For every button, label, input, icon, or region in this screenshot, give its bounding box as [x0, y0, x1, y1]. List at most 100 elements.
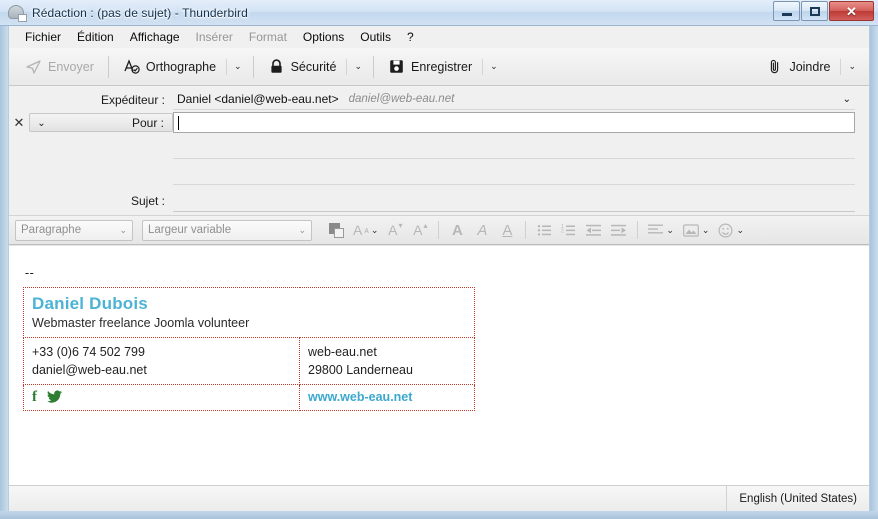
menu-help[interactable]: ? [399, 28, 422, 46]
font-family-value: Largeur variable [148, 224, 232, 236]
extra-recipient-row-1 [9, 135, 869, 161]
extra-recipient-field-2[interactable] [173, 164, 855, 185]
font-size-icon: A [353, 222, 363, 238]
facebook-icon[interactable]: f [32, 390, 37, 405]
security-button[interactable]: Sécurité [260, 54, 345, 79]
increase-size-button[interactable]: A ▴ [409, 218, 431, 242]
outdent-icon [586, 224, 602, 236]
lock-icon [268, 58, 285, 75]
outdent-button[interactable] [583, 218, 605, 242]
save-label: Enregistrer [411, 59, 473, 74]
extra-recipient-field-1[interactable] [173, 138, 855, 159]
from-value[interactable]: Daniel <daniel@web-eau.net> daniel@web-e… [173, 89, 855, 110]
window-frame-right [870, 26, 878, 519]
bullet-list-button[interactable] [533, 218, 555, 242]
italic-icon: A [477, 221, 488, 239]
menu-format[interactable]: Format [241, 28, 295, 46]
attach-button[interactable]: Joindre [758, 54, 838, 79]
save-dropdown-button[interactable]: ⌄ [485, 57, 503, 76]
social-links: f [32, 390, 291, 405]
text-caret [178, 115, 179, 130]
from-label: Expéditeur : [100, 92, 165, 107]
chevron-down-icon: ⌄ [848, 61, 856, 71]
client-area: Fichier Édition Affichage Insérer Format… [8, 26, 870, 511]
attach-dropdown-button[interactable]: ⌄ [843, 57, 861, 76]
security-label: Sécurité [290, 59, 337, 74]
smiley-button[interactable]: ⌄ [715, 218, 747, 242]
signature-email: daniel@web-eau.net [32, 363, 147, 378]
formatting-toolbar: Paragraphe ⌄ Largeur variable ⌄ A ᴀ ⌄ A … [9, 215, 869, 245]
minimize-button[interactable] [773, 1, 800, 21]
bold-icon: A [451, 221, 463, 239]
toolbar-separator-7 [840, 58, 842, 75]
decrease-size-button[interactable]: A ▾ [384, 218, 406, 242]
chevron-down-icon: ⌄ [370, 224, 379, 235]
toolbar-separator-1 [107, 55, 109, 78]
extra-recipient-row-2 [9, 161, 869, 187]
restore-button[interactable] [801, 1, 828, 21]
insert-image-button[interactable]: ⌄ [680, 218, 713, 242]
menu-affichage[interactable]: Affichage [122, 28, 188, 46]
close-button[interactable]: ✕ [829, 1, 874, 21]
close-icon: ✕ [846, 3, 857, 19]
spellcheck-icon [123, 58, 140, 75]
remove-recipient-button[interactable]: ✕ [9, 115, 29, 131]
subject-row: Sujet : [9, 187, 869, 215]
chevron-down-icon: ⌄ [666, 224, 674, 235]
signature-cell-identity: Daniel Dubois Webmaster freelance Joomla… [23, 286, 475, 339]
font-size-button[interactable]: A ᴀ ⌄ [350, 218, 381, 242]
chevron-down-icon[interactable]: ⌄ [843, 94, 855, 105]
send-button[interactable]: Envoyer [17, 54, 102, 79]
recipient-type-dropdown[interactable]: ⌄ [29, 113, 53, 132]
message-body-editor[interactable]: -- Daniel Dubois Webmaster freelance Joo… [9, 245, 869, 485]
toolbar-separator-3 [252, 55, 254, 78]
to-input[interactable] [173, 112, 855, 133]
font-family-select[interactable]: Largeur variable ⌄ [142, 219, 312, 241]
toolbar-separator-4 [346, 58, 348, 75]
signature-phone: +33 (0)6 74 502 799 [32, 345, 145, 360]
chevron-down-icon: ⌄ [119, 224, 127, 235]
signature-separator: -- [25, 266, 35, 280]
bullet-list-icon [537, 224, 551, 236]
toolbar-separator-6 [482, 58, 484, 75]
security-dropdown-button[interactable]: ⌄ [349, 57, 367, 76]
smiley-icon [718, 222, 733, 238]
chevron-down-icon: ⌄ [736, 224, 744, 235]
underline-button[interactable]: A [496, 218, 518, 242]
thunderbird-compose-icon [8, 4, 27, 22]
main-toolbar: Envoyer Orthographe ⌄ Sécurité ⌄ Enregis… [9, 48, 869, 86]
format-separator-2 [525, 221, 527, 239]
signature-cell-social: f [23, 384, 300, 412]
attach-label: Joindre [789, 59, 831, 74]
spelling-dropdown-button[interactable]: ⌄ [229, 57, 247, 76]
decrease-size-icon: A [388, 222, 398, 238]
to-label[interactable]: Pour : [53, 113, 173, 132]
image-icon [683, 223, 699, 237]
bold-button[interactable]: A [446, 218, 468, 242]
numbered-list-button[interactable]: 1 2 [558, 218, 580, 242]
italic-button[interactable]: A [471, 218, 493, 242]
to-row: ✕ ⌄ Pour : [9, 110, 869, 135]
subject-input[interactable] [173, 191, 855, 212]
toolbar-separator-2 [226, 58, 228, 75]
save-button[interactable]: Enregistrer [380, 54, 480, 79]
signature-url-link[interactable]: www.web-eau.net [308, 390, 412, 404]
menu-inserer[interactable]: Insérer [188, 28, 241, 46]
language-panel[interactable]: English (United States) [726, 485, 869, 511]
signature-cell-location: web-eau.net 29800 Landerneau [299, 337, 475, 386]
indent-button[interactable] [608, 218, 630, 242]
thunderbird-compose-window: Rédaction : (pas de sujet) - Thunderbird… [0, 0, 878, 519]
spelling-button[interactable]: Orthographe [115, 54, 224, 79]
menu-fichier[interactable]: Fichier [17, 28, 69, 46]
twitter-bird-icon[interactable] [47, 390, 62, 406]
menu-outils[interactable]: Outils [352, 28, 399, 46]
status-bar: English (United States) [9, 485, 869, 511]
menu-edition[interactable]: Édition [69, 28, 122, 46]
text-color-swatch[interactable] [325, 218, 347, 242]
align-button[interactable]: ⌄ [645, 218, 677, 242]
signature-city: 29800 Landerneau [308, 363, 413, 378]
paragraph-style-select[interactable]: Paragraphe ⌄ [15, 219, 133, 241]
menu-options[interactable]: Options [295, 28, 352, 46]
svg-text:2: 2 [561, 228, 564, 234]
format-separator-1 [438, 221, 440, 239]
